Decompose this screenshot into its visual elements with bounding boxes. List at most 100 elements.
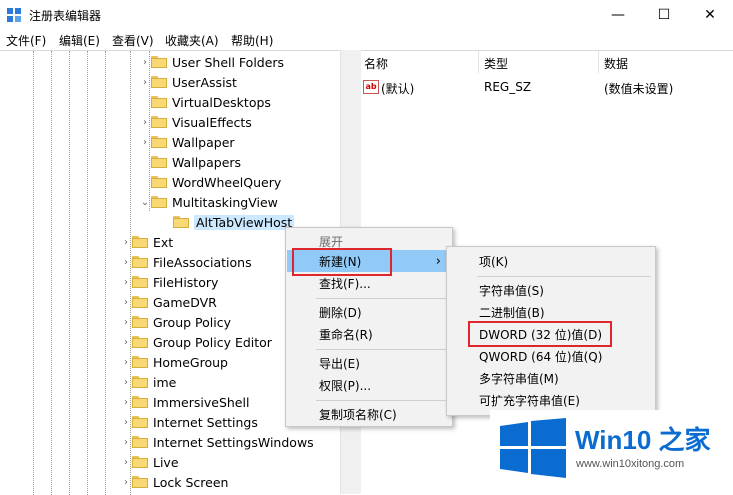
tree-item-homegroup[interactable]: › HomeGroup <box>120 352 228 372</box>
tree-item-wordwheelquery[interactable]: WordWheelQuery <box>139 172 281 192</box>
menu-item-label: 复制项名称(C) <box>319 407 397 422</box>
menu-edit[interactable]: 编辑(E) <box>59 32 100 49</box>
submenu-item-binary-value[interactable]: 二进制值(B) <box>447 301 655 323</box>
folder-icon <box>132 276 148 288</box>
expand-icon[interactable]: › <box>120 257 132 268</box>
menu-separator <box>316 298 448 299</box>
annotation-highlight-dword <box>468 321 612 347</box>
tree-item-gamedvr[interactable]: › GameDVR <box>120 292 217 312</box>
expand-icon[interactable]: › <box>120 277 132 288</box>
expand-icon[interactable]: › <box>139 137 151 148</box>
title-bar: 注册表编辑器 — ☐ ✕ <box>0 0 733 30</box>
expand-icon[interactable]: › <box>120 237 132 248</box>
tree-item-live[interactable]: › Live <box>120 452 179 472</box>
tree-guide-line <box>33 51 34 495</box>
minimize-icon: — <box>611 7 625 23</box>
column-divider[interactable] <box>478 51 479 73</box>
column-header-name[interactable]: 名称 <box>364 55 388 72</box>
expand-icon[interactable]: › <box>120 437 132 448</box>
close-button[interactable]: ✕ <box>687 0 733 30</box>
expand-icon[interactable]: › <box>139 77 151 88</box>
menu-item-permissions[interactable]: 权限(P)... <box>286 374 452 396</box>
folder-icon <box>151 156 167 168</box>
tree-item-label: FileAssociations <box>153 254 252 270</box>
tree-item-alttabviewhost[interactable]: AltTabViewHost <box>161 212 295 232</box>
menu-favorites[interactable]: 收藏夹(A) <box>165 32 219 49</box>
tree-item-lock-screen[interactable]: › Lock Screen <box>120 472 228 492</box>
menu-view[interactable]: 查看(V) <box>112 32 154 49</box>
tree-item-label: WordWheelQuery <box>172 174 282 190</box>
tree-item-label: HomeGroup <box>153 354 228 370</box>
tree-item-filehistory[interactable]: › FileHistory <box>120 272 218 292</box>
menu-item-label: 可扩充字符串值(E) <box>479 393 580 408</box>
menu-item-rename[interactable]: 重命名(R) <box>286 323 452 345</box>
expand-icon[interactable]: › <box>120 377 132 388</box>
value-name[interactable]: (默认) <box>381 80 414 97</box>
expand-icon[interactable]: › <box>120 297 132 308</box>
watermark-brand: Win10 之家 <box>575 425 711 455</box>
menu-file[interactable]: 文件(F) <box>6 32 46 49</box>
column-divider[interactable] <box>598 51 599 73</box>
expand-icon[interactable]: › <box>120 357 132 368</box>
menu-item-label: 重命名(R) <box>319 327 373 342</box>
minimize-button[interactable]: — <box>595 0 641 30</box>
expand-icon[interactable]: › <box>139 57 151 68</box>
submenu-item-qword-value[interactable]: QWORD (64 位)值(Q) <box>447 345 655 367</box>
menu-help[interactable]: 帮助(H) <box>231 32 273 49</box>
menu-separator <box>316 349 448 350</box>
column-header-data[interactable]: 数据 <box>604 55 628 72</box>
submenu-item-string-value[interactable]: 字符串值(S) <box>447 279 655 301</box>
tree-item-label: Internet SettingsWindows <box>153 434 314 450</box>
menu-item-label: 二进制值(B) <box>479 305 545 320</box>
tree-item-label: Wallpapers <box>172 154 242 170</box>
submenu-item-key[interactable]: 项(K) <box>447 250 655 272</box>
folder-icon <box>151 116 167 128</box>
windows-logo-icon <box>500 418 566 478</box>
submenu-item-multi-string-value[interactable]: 多字符串值(M) <box>447 367 655 389</box>
tree-item-label: GameDVR <box>153 294 217 310</box>
folder-icon <box>132 356 148 368</box>
tree-item-virtualdesktops[interactable]: VirtualDesktops <box>139 92 271 112</box>
menu-item-copy-key-name[interactable]: 复制项名称(C) <box>286 403 452 425</box>
menu-item-label: 删除(D) <box>319 305 362 320</box>
folder-icon <box>132 476 148 488</box>
expand-icon[interactable]: › <box>120 337 132 348</box>
expand-icon[interactable]: › <box>120 457 132 468</box>
menu-item-export[interactable]: 导出(E) <box>286 352 452 374</box>
expand-icon[interactable]: › <box>139 117 151 128</box>
tree-item-group-policy-editor[interactable]: › Group Policy Editor <box>120 332 272 352</box>
tree-item-group-policy[interactable]: › Group Policy <box>120 312 231 332</box>
tree-item-internet-settings[interactable]: › Internet Settings <box>120 412 258 432</box>
tree-item-label: FileHistory <box>153 274 219 290</box>
menu-separator <box>316 400 448 401</box>
menu-item-delete[interactable]: 删除(D) <box>286 301 452 323</box>
tree-item-user-shell-folders[interactable]: › User Shell Folders <box>139 52 284 72</box>
expand-icon[interactable]: › <box>120 477 132 488</box>
tree-item-immersiveshell[interactable]: › ImmersiveShell <box>120 392 249 412</box>
tree-item-label: Internet Settings <box>153 414 258 430</box>
expand-icon[interactable]: › <box>120 397 132 408</box>
column-header-type[interactable]: 类型 <box>484 55 508 72</box>
tree-item-internet-settingswindows[interactable]: › Internet SettingsWindows <box>120 432 314 452</box>
tree-item-ime[interactable]: › ime <box>120 372 176 392</box>
expand-icon[interactable]: › <box>120 417 132 428</box>
tree-item-wallpaper[interactable]: › Wallpaper <box>139 132 235 152</box>
tree-item-label: MultitaskingView <box>172 194 278 210</box>
tree-item-multitaskingview[interactable]: ⌄ MultitaskingView <box>139 192 278 212</box>
folder-icon <box>151 136 167 148</box>
tree-item-visualeffects[interactable]: › VisualEffects <box>139 112 252 132</box>
menu-item-label: 字符串值(S) <box>479 283 544 298</box>
menu-item-label: 查找(F)... <box>319 276 371 291</box>
close-icon: ✕ <box>704 7 716 23</box>
tree-item-fileassociations[interactable]: › FileAssociations <box>120 252 252 272</box>
menu-item-label: 权限(P)... <box>319 378 372 393</box>
tree-item-userassist[interactable]: › UserAssist <box>139 72 237 92</box>
collapse-icon[interactable]: ⌄ <box>139 197 151 208</box>
tree-item-ext[interactable]: › Ext <box>120 232 173 252</box>
maximize-button[interactable]: ☐ <box>641 0 687 30</box>
expand-icon[interactable]: › <box>120 317 132 328</box>
tree-item-label: Ext <box>153 234 174 250</box>
submenu-item-expandable-string-value[interactable]: 可扩充字符串值(E) <box>447 389 655 411</box>
tree-item-wallpapers[interactable]: Wallpapers <box>139 152 241 172</box>
folder-icon <box>151 176 167 188</box>
